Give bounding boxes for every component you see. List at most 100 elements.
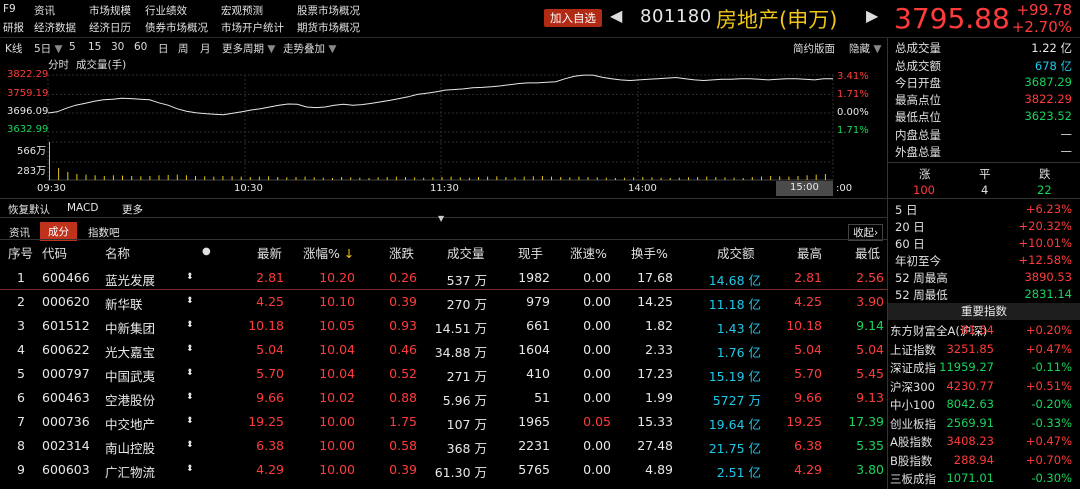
col-header-no[interactable]: 序号	[8, 243, 33, 262]
menu-research[interactable]: 研报	[3, 20, 24, 35]
menu-econ-calendar[interactable]: 经济日历	[89, 20, 131, 35]
table-row[interactable]: 4 600622 光大嘉宝 5.04 10.04 0.46 34.88 万 1604 0.00 2…	[0, 338, 888, 362]
period-60-button[interactable]: 60	[134, 41, 147, 53]
volume-bar	[706, 176, 708, 180]
period-15-button[interactable]: 15	[88, 41, 101, 53]
index-name[interactable]: A股指数	[890, 434, 932, 450]
period-week-button[interactable]: 周	[178, 41, 189, 56]
col-header-turn[interactable]: 换手%	[631, 243, 668, 262]
col-header-code[interactable]: 代码	[42, 243, 67, 262]
col-header-hand[interactable]: 现手	[518, 243, 543, 262]
period-day-button[interactable]: 日	[158, 41, 169, 56]
volume-bar	[450, 176, 452, 180]
menu-account-stats[interactable]: 市场开户统计	[221, 20, 284, 35]
intraday-chart[interactable]	[0, 60, 888, 200]
col-header-pct-label: 涨幅%	[303, 246, 340, 261]
reorder-icon[interactable]: ⬍	[186, 392, 194, 402]
cell-amt: 2.51 亿	[716, 465, 761, 480]
cell-hand: 979	[526, 294, 550, 309]
period-month-button[interactable]: 月	[200, 41, 211, 56]
reorder-icon[interactable]: ⬍	[186, 440, 194, 450]
kline-button[interactable]: K线	[5, 41, 22, 56]
table-row[interactable]: 1 600466 蓝光发展 2.81 10.20 0.26 537 万 1982 0.00 17.…	[0, 266, 888, 290]
cell-no: 4	[17, 342, 25, 357]
volume-bar	[432, 177, 434, 180]
reorder-icon[interactable]: ⬍	[186, 320, 194, 330]
next-arrow-icon[interactable]: ▶	[866, 6, 878, 25]
reorder-icon[interactable]: ⬍	[186, 272, 194, 282]
perf-label: 60 日	[895, 237, 925, 251]
cell-low: 5.45	[856, 366, 884, 381]
index-name[interactable]: 沪深300	[890, 379, 935, 395]
cell-high: 4.25	[794, 294, 822, 309]
reorder-icon[interactable]: ⬍	[186, 416, 194, 426]
cell-name: 南山控股	[105, 441, 156, 456]
cell-pct: 10.04	[319, 366, 355, 381]
table-row[interactable]: 5 000797 中国武夷 5.70 10.04 0.52 271 万 410 0.00 17.2…	[0, 362, 888, 386]
volume-bar	[770, 176, 772, 180]
period-select[interactable]: 5日 ▼	[34, 41, 63, 56]
reorder-icon[interactable]: ⬍	[186, 368, 194, 378]
volume-bar	[468, 177, 470, 180]
menu-futures-market[interactable]: 期货市场概况	[297, 20, 360, 35]
volume-bar	[94, 175, 96, 180]
col-header-high[interactable]: 最高	[797, 243, 822, 262]
menu-f9[interactable]: F9	[3, 3, 16, 15]
col-header-pct[interactable]: 涨幅% ↓	[303, 243, 354, 262]
cell-code: 600603	[42, 462, 90, 477]
reorder-icon[interactable]: ⬍	[186, 344, 194, 354]
restore-default-button[interactable]: 恢复默认	[8, 202, 50, 217]
table-row[interactable]: 9 600603 广汇物流 4.29 10.00 0.39 61.30 万 5765 0.00 4…	[0, 458, 888, 482]
index-name[interactable]: 深证成指	[890, 360, 936, 376]
menu-macro-forecast[interactable]: 宏观预测	[221, 3, 263, 18]
col-header-chg[interactable]: 涨跌	[389, 243, 414, 262]
table-row[interactable]: 7 000736 中交地产 19.25 10.00 1.75 107 万 1965 0.05 15…	[0, 410, 888, 434]
col-header-vol[interactable]: 成交量	[447, 243, 485, 262]
menu-econ-data[interactable]: 经济数据	[34, 20, 76, 35]
overlay-dropdown[interactable]: 走势叠加 ▼	[283, 41, 336, 56]
table-row[interactable]: 2 000620 新华联 4.25 10.10 0.39 270 万 979 0.00 14.25…	[0, 290, 888, 314]
cell-code: 000620	[42, 294, 90, 309]
cell-turn: 17.68	[637, 270, 673, 285]
menu-industry-perf[interactable]: 行业绩效	[145, 3, 187, 18]
prev-arrow-icon[interactable]: ◀	[610, 6, 622, 25]
menu-bond-market[interactable]: 债券市场概况	[145, 20, 208, 35]
more-periods-dropdown[interactable]: 更多周期 ▼	[222, 41, 275, 56]
more-indicators-button[interactable]: 更多	[122, 202, 143, 217]
period-5-button[interactable]: 5	[69, 41, 76, 53]
index-value: 11959.27	[939, 360, 994, 374]
col-header-low[interactable]: 最低	[855, 243, 880, 262]
cell-pct: 10.10	[319, 294, 355, 309]
reorder-icon[interactable]: ⬍	[186, 464, 194, 474]
col-header-amount[interactable]: 成交额	[717, 243, 755, 262]
period-30-button[interactable]: 30	[111, 41, 124, 53]
add-favorite-button[interactable]: 加入自选	[544, 9, 602, 27]
cell-turn: 17.23	[637, 366, 673, 381]
col-header-speed[interactable]: 涨速%	[570, 243, 607, 262]
col-header-dot[interactable]: ●	[202, 246, 211, 257]
table-row[interactable]: 6 600463 空港股份 9.66 10.02 0.88 5.96 万 51 0.00 1.99…	[0, 386, 888, 410]
index-name[interactable]: 创业板指	[890, 416, 936, 432]
hide-button[interactable]: 隐藏 ▼	[849, 41, 881, 56]
cell-last: 9.66	[256, 390, 284, 405]
menu-market-size[interactable]: 市场规模	[89, 3, 131, 18]
table-row[interactable]: 8 002314 南山控股 6.38 10.00 0.58 368 万 2231 0.00 27.…	[0, 434, 888, 458]
col-header-last[interactable]: 最新	[257, 243, 282, 262]
table-row[interactable]: 3 601512 中新集团 10.18 10.05 0.93 14.51 万 661 0.00 1…	[0, 314, 888, 338]
tab-news[interactable]: 资讯	[9, 225, 30, 240]
menu-news[interactable]: 资讯	[34, 3, 55, 18]
index-name[interactable]: 上证指数	[890, 342, 936, 358]
menu-stock-market[interactable]: 股票市场概况	[297, 3, 360, 18]
cell-vol: 537 万	[446, 273, 487, 288]
col-header-name[interactable]: 名称	[105, 243, 130, 262]
header-divider	[0, 37, 1080, 38]
index-name[interactable]: 三板成指	[890, 471, 936, 487]
perf-value: +6.23%	[1025, 202, 1072, 216]
index-name[interactable]: B股指数	[890, 453, 932, 469]
resize-handle-icon[interactable]: ▼	[438, 214, 444, 223]
tab-index-forum[interactable]: 指数吧	[88, 225, 120, 240]
simple-layout-button[interactable]: 简约版面	[793, 41, 835, 56]
reorder-icon[interactable]: ⬍	[186, 296, 194, 306]
macd-button[interactable]: MACD	[67, 202, 98, 214]
index-name[interactable]: 中小100	[890, 397, 935, 413]
